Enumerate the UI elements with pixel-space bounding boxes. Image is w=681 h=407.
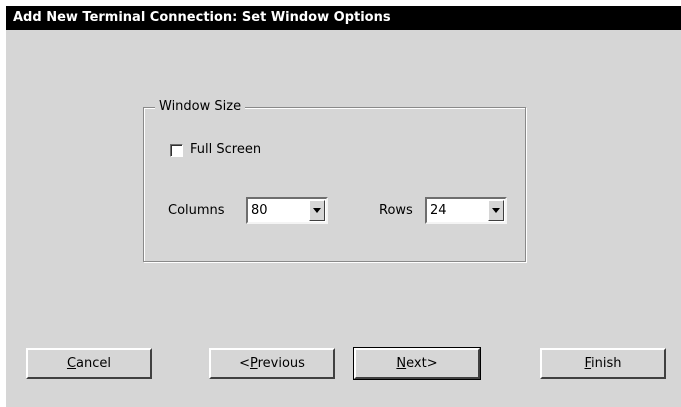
- rows-dropdown-button[interactable]: [488, 200, 504, 221]
- finish-label: inish: [591, 356, 622, 371]
- chevron-down-icon: [313, 208, 321, 213]
- columns-value: 80: [251, 203, 268, 218]
- window-title: Add New Terminal Connection: Set Window …: [6, 6, 681, 30]
- full-screen-label: Full Screen: [190, 142, 262, 157]
- finish-button[interactable]: Finish: [540, 348, 666, 379]
- window-size-legend: Window Size: [155, 99, 246, 115]
- cancel-button[interactable]: Cancel: [26, 348, 152, 379]
- previous-button[interactable]: <Previous: [209, 348, 335, 379]
- cancel-mnemonic: C: [66, 356, 77, 371]
- next-mnemonic: N: [396, 356, 407, 371]
- columns-combobox[interactable]: 80: [246, 197, 328, 224]
- window-size-groupbox: [143, 107, 526, 262]
- previous-prefix: <: [239, 356, 250, 371]
- rows-combobox[interactable]: 24: [425, 197, 507, 224]
- columns-label: Columns: [168, 203, 225, 218]
- full-screen-checkbox[interactable]: [170, 144, 183, 157]
- columns-dropdown-button[interactable]: [309, 200, 325, 221]
- rows-label: Rows: [379, 203, 413, 218]
- previous-label: revious: [257, 356, 305, 371]
- next-label: ext>: [406, 356, 438, 371]
- next-button[interactable]: Next>: [353, 347, 481, 380]
- rows-value: 24: [430, 203, 447, 218]
- previous-mnemonic: P: [249, 356, 258, 371]
- cancel-label: ancel: [76, 356, 112, 371]
- chevron-down-icon: [492, 208, 500, 213]
